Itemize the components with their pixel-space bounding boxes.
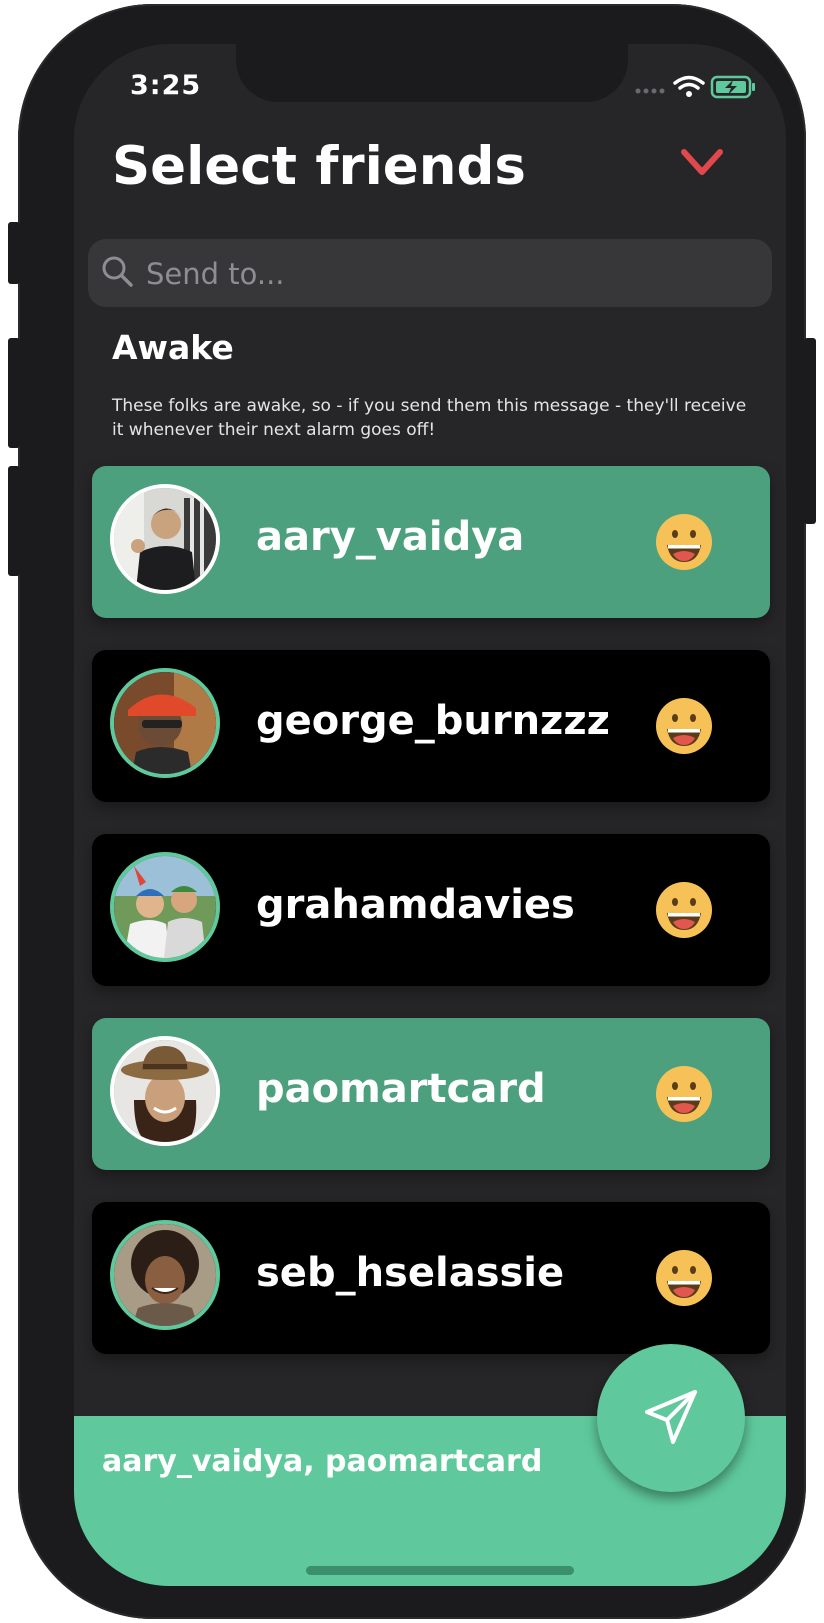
wifi-icon bbox=[673, 75, 705, 90]
app-screen: 3:25 Select friends Send to... Awake The… bbox=[74, 44, 786, 1586]
side-button-silent bbox=[8, 222, 20, 284]
section-title: Awake bbox=[112, 328, 234, 367]
grinning-face-emoji-icon bbox=[654, 512, 714, 576]
friend-row-grahamdavies[interactable]: grahamdavies bbox=[92, 834, 770, 986]
paper-plane-icon bbox=[643, 1388, 699, 1452]
chevron-down-icon[interactable] bbox=[680, 148, 724, 182]
avatar bbox=[110, 1220, 220, 1330]
side-button-power bbox=[804, 338, 816, 524]
selected-recipients-text: aary_vaidya, paomartcard bbox=[102, 1444, 543, 1479]
avatar bbox=[110, 484, 220, 594]
friend-username: grahamdavies bbox=[256, 882, 575, 928]
friend-row-seb-hselassie[interactable]: seb_hselassie bbox=[92, 1202, 770, 1354]
friend-username: aary_vaidya bbox=[256, 514, 525, 560]
grinning-face-emoji-icon bbox=[654, 1248, 714, 1312]
send-button[interactable] bbox=[597, 1344, 745, 1492]
side-button-volume-up bbox=[8, 338, 20, 448]
friend-username: george_burnzzz bbox=[256, 698, 610, 744]
cellular-signal-icon bbox=[635, 88, 665, 94]
search-icon bbox=[101, 255, 135, 293]
avatar bbox=[110, 668, 220, 778]
phone-frame: 3:25 Select friends Send to... Awake The… bbox=[8, 4, 816, 1619]
avatar bbox=[110, 1036, 220, 1146]
friend-username: seb_hselassie bbox=[256, 1250, 565, 1296]
friend-row-aary-vaidya[interactable]: aary_vaidya bbox=[92, 466, 770, 618]
notch bbox=[236, 44, 628, 102]
grinning-face-emoji-icon bbox=[654, 880, 714, 944]
battery-charging-icon bbox=[710, 75, 755, 99]
side-button-volume-down bbox=[8, 466, 20, 576]
friend-row-paomartcard[interactable]: paomartcard bbox=[92, 1018, 770, 1170]
status-time: 3:25 bbox=[130, 70, 202, 101]
search-input[interactable] bbox=[144, 247, 748, 301]
page-title: Select friends bbox=[112, 136, 526, 197]
search-bar[interactable] bbox=[88, 239, 772, 307]
friend-row-george-burnzzz[interactable]: george_burnzzz bbox=[92, 650, 770, 802]
home-indicator[interactable] bbox=[306, 1566, 574, 1575]
section-description: These folks are awake, so - if you send … bbox=[112, 396, 747, 440]
grinning-face-emoji-icon bbox=[654, 696, 714, 760]
avatar bbox=[110, 852, 220, 962]
grinning-face-emoji-icon bbox=[654, 1064, 714, 1128]
friend-username: paomartcard bbox=[256, 1066, 546, 1112]
status-icons bbox=[634, 74, 758, 104]
